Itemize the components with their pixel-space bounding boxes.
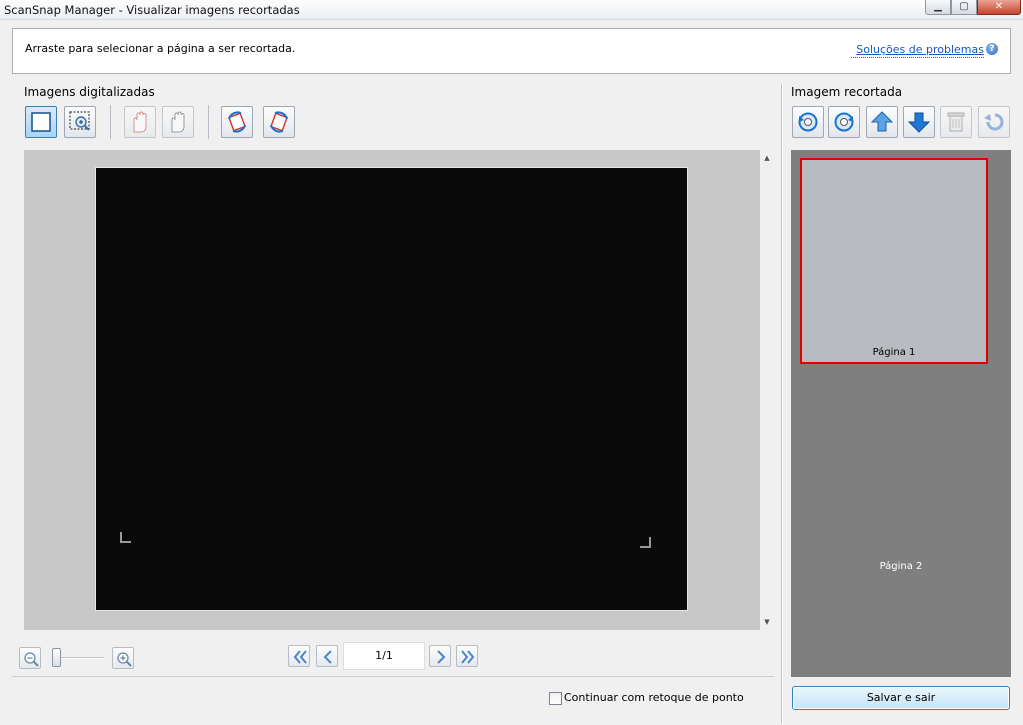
rotate-page-right-icon bbox=[834, 112, 854, 132]
vertical-scrollbar[interactable]: ▲ ▼ bbox=[760, 150, 774, 630]
rotate-right-icon bbox=[270, 111, 288, 133]
maximize-icon: ▢ bbox=[959, 1, 969, 12]
instruction-panel: Arraste para selecionar a página a ser r… bbox=[12, 28, 1011, 74]
instruction-text: Arraste para selecionar a página a ser r… bbox=[25, 42, 296, 55]
zoom-in-icon bbox=[117, 652, 132, 667]
window-title: ScanSnap Manager - Visualizar imagens re… bbox=[4, 3, 300, 17]
move-down-button[interactable] bbox=[903, 106, 935, 138]
select-zoom-button[interactable] bbox=[64, 106, 96, 138]
page-indicator[interactable]: 1/1 bbox=[343, 642, 425, 670]
undo-button[interactable] bbox=[978, 106, 1010, 138]
rotate-right-button[interactable] bbox=[263, 106, 295, 138]
hand-red-button[interactable] bbox=[124, 106, 156, 138]
move-down-icon bbox=[907, 112, 931, 133]
rotate-left-button[interactable] bbox=[221, 106, 253, 138]
maximize-button[interactable]: ▢ bbox=[951, 0, 977, 15]
next-page-icon bbox=[437, 650, 446, 664]
toolbar-separator bbox=[110, 105, 111, 139]
crop-corner-bottom-right[interactable] bbox=[639, 536, 651, 548]
rotate-page-left-icon bbox=[798, 112, 818, 132]
last-page-button[interactable] bbox=[456, 645, 478, 667]
scroll-up-arrow[interactable]: ▲ bbox=[760, 152, 774, 164]
select-area-icon bbox=[31, 112, 51, 132]
previous-page-icon bbox=[323, 650, 332, 664]
scroll-down-arrow[interactable]: ▼ bbox=[760, 616, 774, 628]
troubleshooting-link[interactable]: Soluções de problemas bbox=[856, 43, 984, 56]
last-page-icon bbox=[461, 650, 475, 664]
cropped-image-label: Imagem recortada bbox=[791, 85, 903, 99]
scanned-image-viewport[interactable] bbox=[24, 150, 760, 630]
undo-icon bbox=[984, 113, 1004, 131]
hand-icon bbox=[171, 111, 185, 133]
spot-retouch-checkbox[interactable] bbox=[549, 692, 562, 705]
crop-corner-bottom-left[interactable] bbox=[120, 531, 132, 543]
minimize-icon: ▁ bbox=[934, 1, 942, 12]
close-icon: ✕ bbox=[994, 1, 1004, 12]
previous-page-button[interactable] bbox=[316, 645, 338, 667]
rotate-page-left-button[interactable] bbox=[792, 106, 824, 138]
zoom-slider-thumb[interactable] bbox=[52, 648, 61, 667]
zoom-out-button[interactable] bbox=[19, 647, 41, 669]
spot-retouch-label[interactable]: Continuar com retoque de ponto bbox=[564, 691, 744, 704]
first-page-icon bbox=[293, 650, 307, 664]
page-2-label[interactable]: Página 2 bbox=[791, 561, 1011, 572]
help-focus-outline bbox=[851, 57, 984, 58]
bottom-divider bbox=[12, 676, 774, 677]
minimize-button[interactable]: ▁ bbox=[925, 0, 951, 15]
toolbar-separator bbox=[208, 105, 209, 139]
first-page-button[interactable] bbox=[288, 645, 310, 667]
select-area-button[interactable] bbox=[25, 106, 57, 138]
scanned-page-image[interactable] bbox=[95, 167, 688, 611]
title-bar: ScanSnap Manager - Visualizar imagens re… bbox=[0, 0, 1023, 20]
close-button[interactable]: ✕ bbox=[977, 0, 1021, 15]
hand-red-icon bbox=[133, 111, 147, 133]
move-up-icon bbox=[870, 111, 894, 132]
rotate-left-icon bbox=[228, 111, 246, 133]
zoom-out-icon bbox=[24, 652, 39, 667]
help-icon[interactable]: ? bbox=[986, 43, 998, 55]
delete-icon bbox=[947, 112, 965, 132]
delete-button[interactable] bbox=[940, 106, 972, 138]
move-up-button[interactable] bbox=[866, 106, 898, 138]
panel-divider bbox=[781, 84, 783, 724]
hand-button[interactable] bbox=[162, 106, 194, 138]
page-thumbnail-1[interactable]: Página 1 bbox=[800, 158, 988, 364]
zoom-in-button[interactable] bbox=[112, 647, 134, 669]
page-1-label: Página 1 bbox=[872, 347, 916, 358]
scanned-images-label: Imagens digitalizadas bbox=[24, 85, 155, 99]
cropped-thumbnails-panel[interactable]: Página 1 Página 2 bbox=[791, 150, 1011, 677]
rotate-page-right-button[interactable] bbox=[828, 106, 860, 138]
select-zoom-icon bbox=[69, 111, 90, 131]
next-page-button[interactable] bbox=[429, 645, 451, 667]
save-and-exit-button[interactable]: Salvar e sair bbox=[792, 686, 1010, 710]
